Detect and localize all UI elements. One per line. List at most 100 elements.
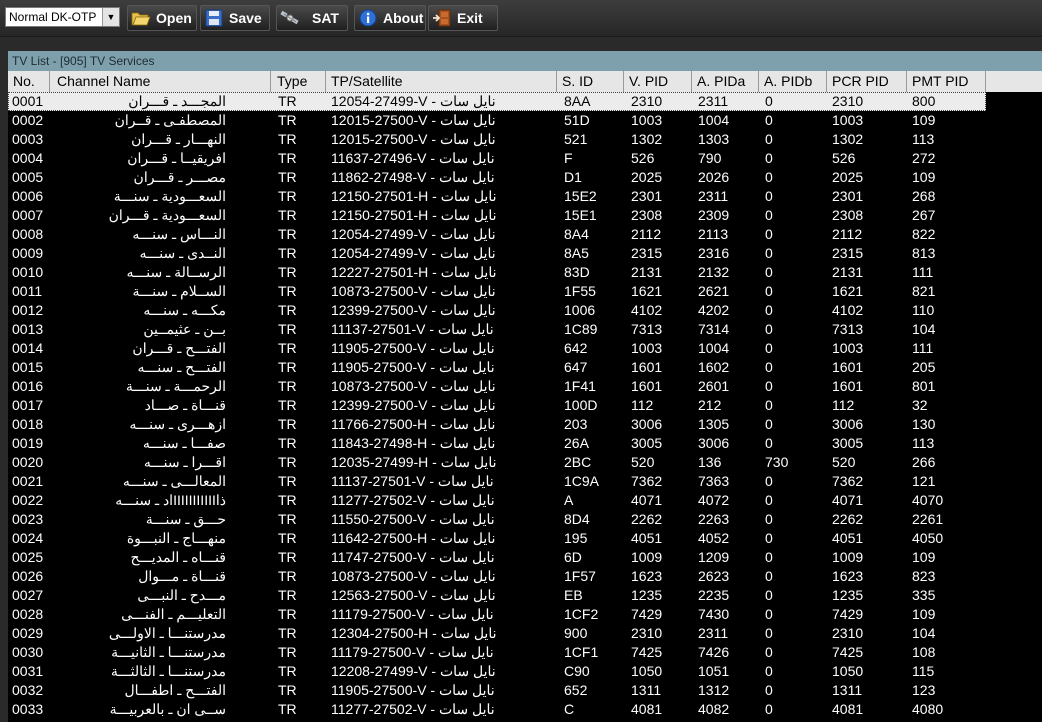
cell-pcr-pid: 4102 xyxy=(832,302,864,318)
exit-button-label: Exit xyxy=(457,10,483,26)
cell-type: TR xyxy=(278,188,297,204)
table-row[interactable]: 0017 قنـــاة ـ صـــاد TR 12399-27500-V - نا… xyxy=(8,396,1042,415)
cell-s-id: 26A xyxy=(564,435,589,451)
cell-a-pidb: 0 xyxy=(765,264,773,280)
cell-s-id: 521 xyxy=(564,131,588,147)
table-row[interactable]: 0014 الفتـــح ـ قـــران TR 11905-27500-V - … xyxy=(8,339,1042,358)
table-row[interactable]: 0015 الفتـــح ـ سنـــه TR 11905-27500-V - ن… xyxy=(8,358,1042,377)
table-row[interactable]: 0029 مدرستنـــا ـ الاولـــى TR 12304-27500-… xyxy=(8,624,1042,643)
channel-name-text: صفـــا ـ سنـــه xyxy=(142,435,226,451)
chevron-down-icon[interactable]: ▼ xyxy=(102,8,119,26)
table-row[interactable]: 0028 التعليـــم ـ الفنـــى TR 11179-27500-V… xyxy=(8,605,1042,624)
table-row[interactable]: 0033 ســى ان ـ بالعربيـــة TR 11277-27502-V… xyxy=(8,700,1042,719)
cell-pmt-pid: 111 xyxy=(912,340,934,356)
cell-a-pida: 2263 xyxy=(698,511,730,527)
table-row[interactable]: 0001 المجـــد ـ قـــران TR 12054-27499-V - … xyxy=(8,92,1042,111)
cell-pcr-pid: 520 xyxy=(832,454,856,470)
about-button[interactable]: About xyxy=(354,5,426,31)
table-row[interactable]: 0011 الســلام ـ سنـــة TR 10873-27500-V - ن… xyxy=(8,282,1042,301)
cell-a-pidb: 0 xyxy=(765,321,773,337)
cell-v-pid: 112 xyxy=(631,397,654,413)
table-row[interactable]: 0031 مدرستنـــا ـ الثالثـــة TR 12208-27499… xyxy=(8,662,1042,681)
satellite-icon xyxy=(280,10,299,25)
column-header-a-pidb[interactable]: A. PIDb xyxy=(759,71,827,92)
table-row[interactable]: 0004 افريقيــا ـ قـــران TR 11637-27496-V -… xyxy=(8,149,1042,168)
cell-channel-name: المجـــد ـ قـــران xyxy=(56,92,270,111)
cell-pmt-pid: 2261 xyxy=(912,511,944,527)
cell-channel-name: الرحمـــة ـ سنـــة xyxy=(56,377,270,396)
column-header-channel-name[interactable]: Channel Name xyxy=(52,71,271,92)
column-header-no[interactable]: No. xyxy=(8,71,50,92)
channel-grid[interactable]: No. Channel Name Type TP/Satellite S. ID… xyxy=(8,71,1042,722)
cell-v-pid: 4102 xyxy=(631,302,663,318)
cell-channel-name: مـــدح ـ النبـــى xyxy=(56,586,270,605)
table-row[interactable]: 0010 الرســالة ـ سنـــه TR 12227-27501-H - … xyxy=(8,263,1042,282)
table-row[interactable]: 0030 مدرستنـــا ـ الثانيـــة TR 11179-27500… xyxy=(8,643,1042,662)
cell-tp-satellite: 11550-27500-V - نايل سات xyxy=(331,511,495,527)
table-row[interactable]: 0023 حـــق ـ سنـــة TR 11550-27500-V - نايل… xyxy=(8,510,1042,529)
cell-pmt-pid: 123 xyxy=(912,682,936,698)
table-row[interactable]: 0019 صفـــا ـ سنـــه TR 11843-27498-H - ناي… xyxy=(8,434,1042,453)
column-header-v-pid[interactable]: V. PID xyxy=(624,71,692,92)
cell-s-id: C xyxy=(564,701,575,717)
table-row[interactable]: 0018 ازهـــرى ـ سنـــه TR 11766-27500-H - ن… xyxy=(8,415,1042,434)
table-row[interactable]: 0009 النــدى ـ سنـــه TR 12054-27499-V - نا… xyxy=(8,244,1042,263)
floppy-disk-icon xyxy=(205,9,223,27)
table-row[interactable]: 0008 النـــاس ـ سنـــه TR 12054-27499-V - ن… xyxy=(8,225,1042,244)
sat-button[interactable]: SAT xyxy=(276,5,348,31)
channel-name-text: منهـــاج ـ النبـــوة xyxy=(126,530,226,546)
cell-type: TR xyxy=(278,169,297,185)
cell-channel-name: مكـــه ـ سنـــه xyxy=(56,301,270,320)
column-header-type[interactable]: Type xyxy=(272,71,326,92)
cell-pcr-pid: 2310 xyxy=(832,625,864,641)
table-row[interactable]: 0022 ذاIIIIIIIIIIIاد ـ سنـــه TR 11277-2750… xyxy=(8,491,1042,510)
table-row[interactable]: 0026 قنـــاة ـ مـــوال TR 10873-27500-V - ن… xyxy=(8,567,1042,586)
mode-select[interactable]: Normal DK-OTP ▼ xyxy=(5,7,120,27)
exit-button[interactable]: Exit xyxy=(428,5,498,31)
cell-tp-satellite: 11766-27500-H - نايل سات xyxy=(331,416,496,432)
table-row[interactable]: 0024 منهـــاج ـ النبـــوة TR 11642-27500-H … xyxy=(8,529,1042,548)
table-row[interactable]: 0016 الرحمـــة ـ سنـــة TR 10873-27500-V - … xyxy=(8,377,1042,396)
cell-pmt-pid: 4070 xyxy=(912,492,944,508)
table-row[interactable]: 0002 المصطفـى ـ قــران TR 12015-27500-V - ن… xyxy=(8,111,1042,130)
column-header-s-id[interactable]: S. ID xyxy=(557,71,624,92)
cell-no: 0007 xyxy=(12,207,44,223)
column-header-pmt-pid[interactable]: PMT PID xyxy=(907,71,986,92)
cell-a-pida: 1051 xyxy=(698,663,730,679)
folder-open-icon xyxy=(131,12,151,26)
cell-pcr-pid: 2112 xyxy=(832,226,863,242)
cell-pcr-pid: 7425 xyxy=(832,644,864,660)
cell-channel-name: السعـــودية ـ سنـــة xyxy=(56,187,270,206)
save-button[interactable]: Save xyxy=(200,5,270,31)
cell-s-id: 195 xyxy=(564,530,588,546)
cell-type: TR xyxy=(278,226,297,242)
table-row[interactable]: 0012 مكـــه ـ سنـــه TR 12399-27500-V - ناي… xyxy=(8,301,1042,320)
table-row[interactable]: 0007 السعـــودية ـ قـــران TR 12150-27501-H… xyxy=(8,206,1042,225)
cell-v-pid: 7425 xyxy=(631,644,663,660)
cell-no: 0023 xyxy=(12,511,44,527)
cell-pcr-pid: 1601 xyxy=(832,378,864,394)
table-row[interactable]: 0027 مـــدح ـ النبـــى TR 12563-27500-V - ن… xyxy=(8,586,1042,605)
cell-a-pida: 2621 xyxy=(698,283,730,299)
cell-type: TR xyxy=(278,321,297,337)
cell-pmt-pid: 121 xyxy=(912,473,936,489)
column-header-pcr-pid[interactable]: PCR PID xyxy=(827,71,907,92)
cell-tp-satellite: 11137-27501-V - نايل سات xyxy=(331,321,494,337)
table-row[interactable]: 0013 بــن ـ عثيمــين TR 11137-27501-V - ناي… xyxy=(8,320,1042,339)
cell-type: TR xyxy=(278,264,297,280)
cell-pmt-pid: 109 xyxy=(912,169,936,185)
column-header-a-pida[interactable]: A. PIDa xyxy=(692,71,759,92)
table-row[interactable]: 0032 الفتـــح ـ اطفـــال TR 11905-27500-V -… xyxy=(8,681,1042,700)
cell-s-id: 100D xyxy=(564,397,598,413)
table-row[interactable]: 0006 السعـــودية ـ سنـــة TR 12150-27501-H … xyxy=(8,187,1042,206)
table-row[interactable]: 0005 مصـــر ـ قـــران TR 11862-27498-V - نا… xyxy=(8,168,1042,187)
table-row[interactable]: 0003 النهـــار ـ قـــران TR 12015-27500-V -… xyxy=(8,130,1042,149)
open-button[interactable]: Open xyxy=(127,5,197,31)
table-row[interactable]: 0021 المعالـــى ـ سنـــه TR 11137-27501-V -… xyxy=(8,472,1042,491)
table-row[interactable]: 0025 قنـــاه ـ المديـــح TR 11747-27500-V -… xyxy=(8,548,1042,567)
cell-pmt-pid: 801 xyxy=(912,378,936,394)
channel-name-text: الســلام ـ سنـــة xyxy=(132,283,226,299)
cell-a-pida: 7314 xyxy=(698,321,730,337)
table-row[interactable]: 0020 اقـــرا ـ سنـــه TR 12035-27499-H - نا… xyxy=(8,453,1042,472)
column-header-tp-satellite[interactable]: TP/Satellite xyxy=(326,71,557,92)
